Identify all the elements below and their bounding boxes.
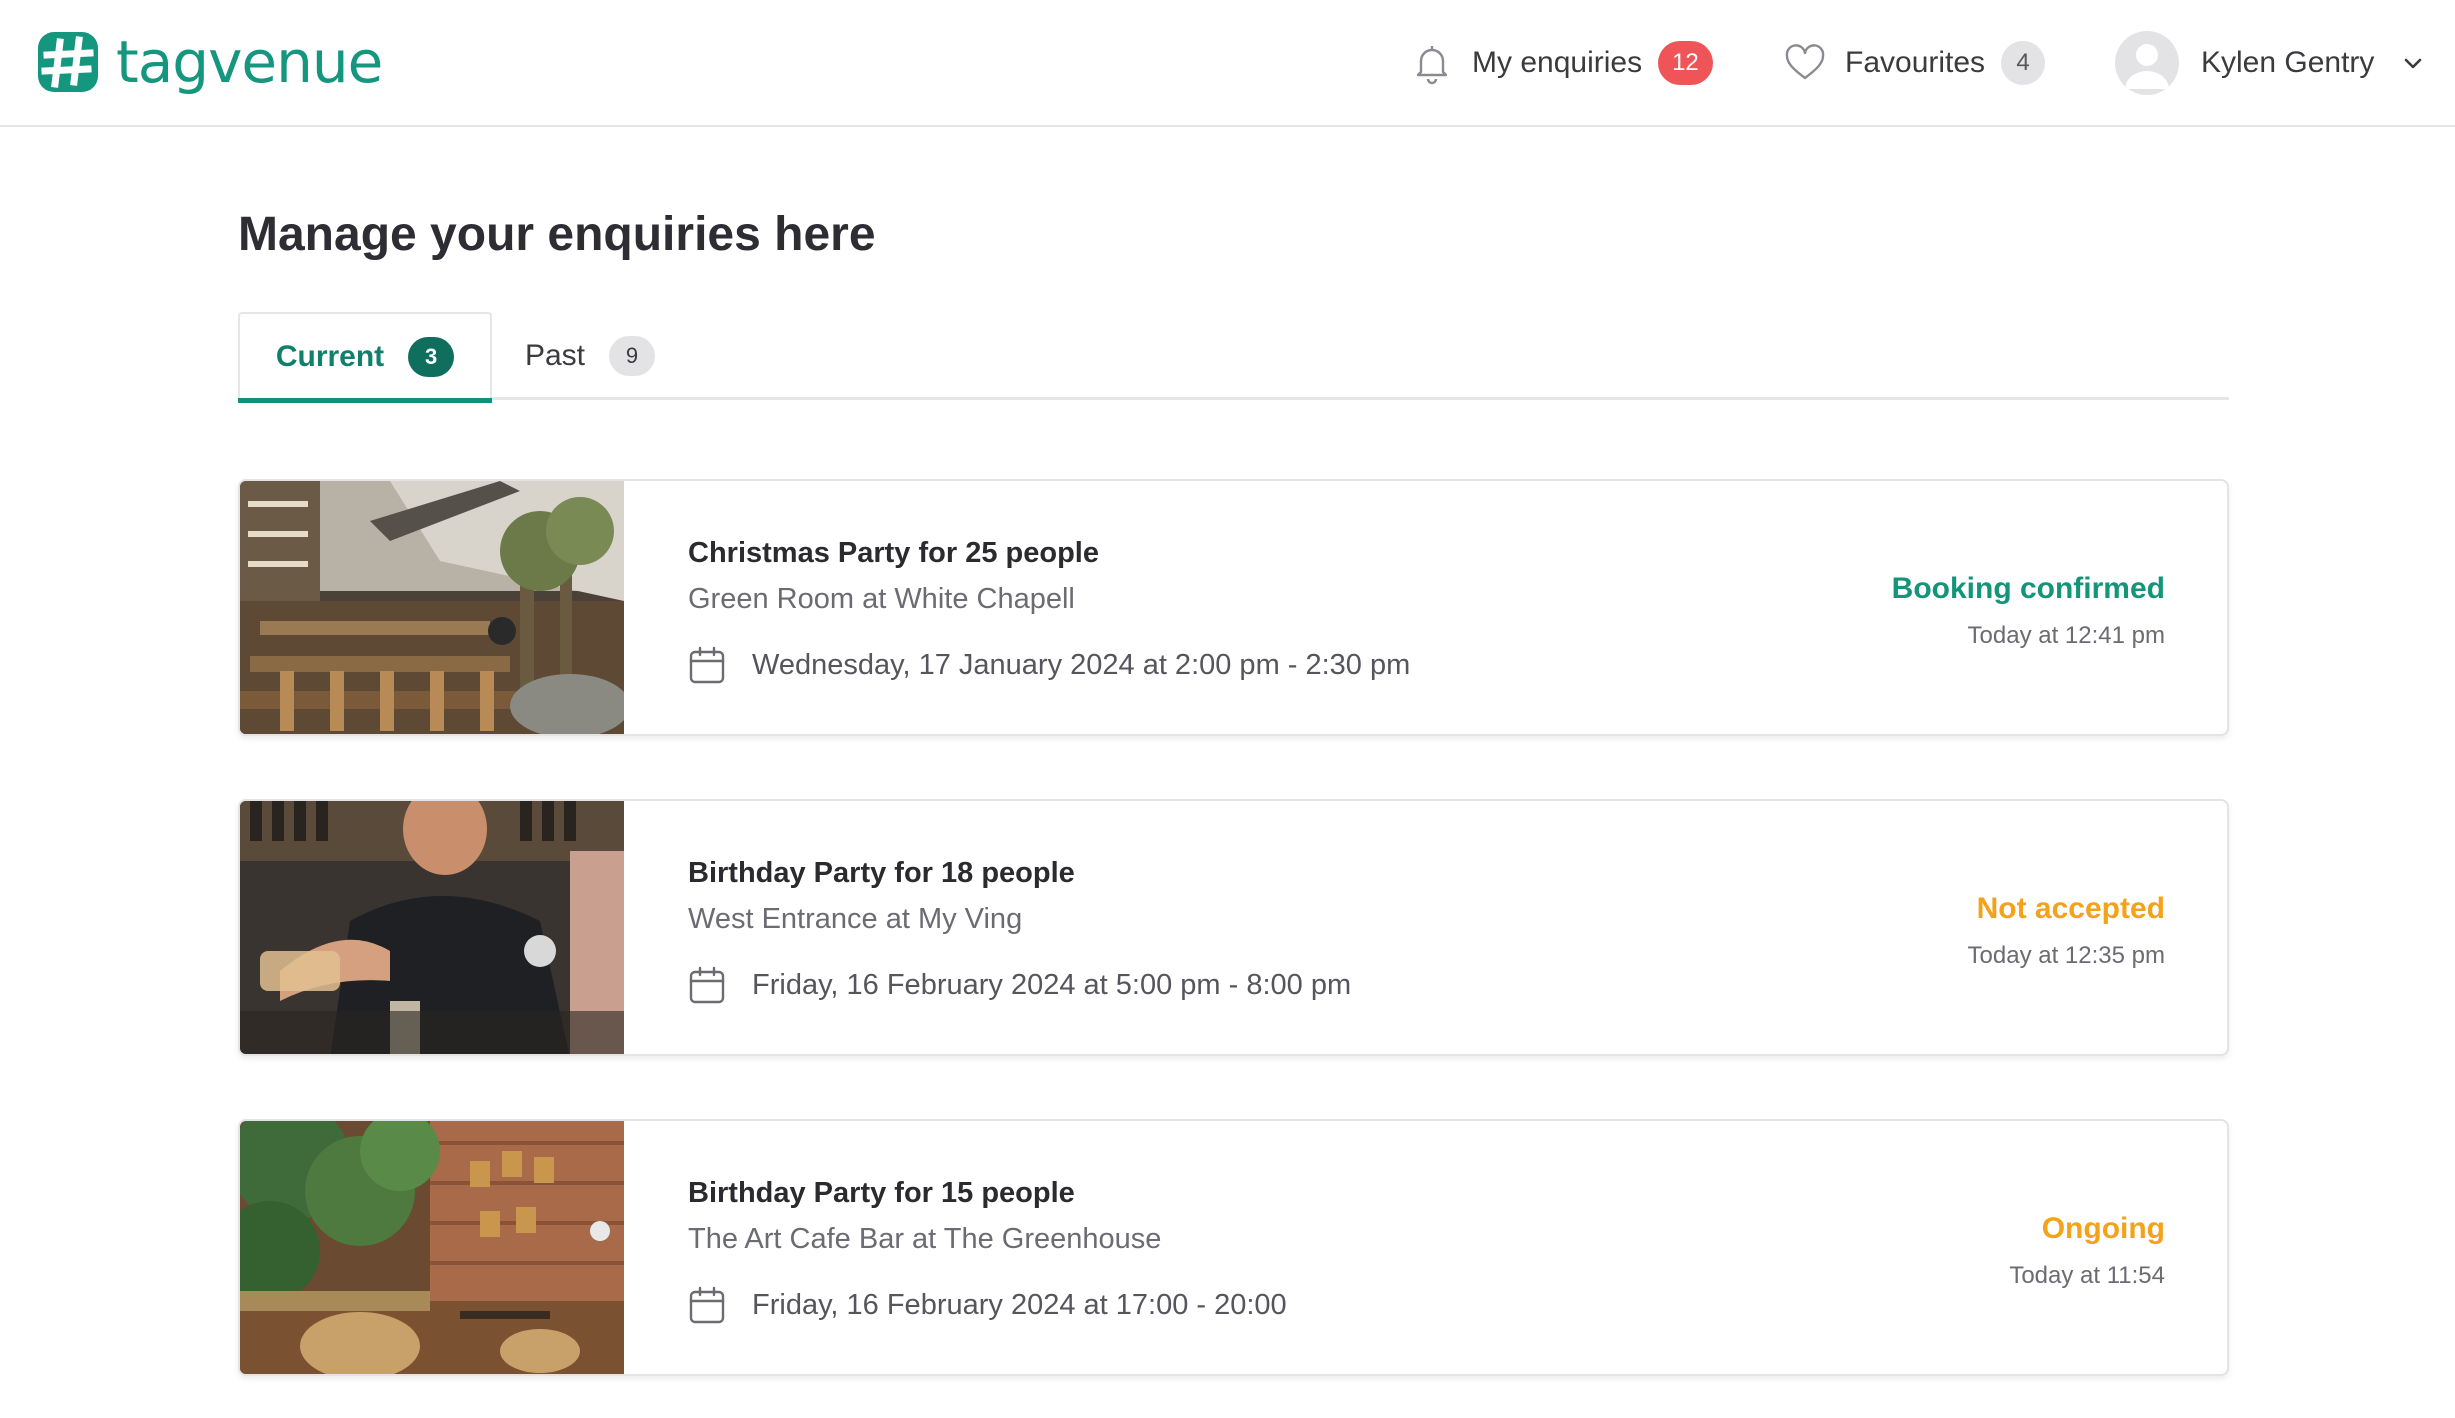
favourites-label: Favourites [1845,46,1986,79]
enquiry-date-row: Friday, 16 February 2024 at 17:00 - 20:0… [688,1285,1788,1325]
tab-current-label: Current [275,340,385,373]
enquiry-date: Friday, 16 February 2024 at 17:00 - 20:0… [752,1289,1287,1321]
bell-icon [1416,46,1448,85]
enquiry-status: Booking confirmed Today at 12:41 pm [1892,569,2165,653]
user-menu[interactable]: Kylen Gentry [2115,30,2426,96]
enquiry-date: Friday, 16 February 2024 at 5:00 pm - 8:… [752,969,1352,1001]
tab-current[interactable]: Current 3 [238,312,492,403]
enquiry-card[interactable]: Birthday Party for 15 people The Art Caf… [238,1119,2229,1376]
enquiry-title: Christmas Party for 25 people [688,537,1099,569]
status-label: Ongoing [2041,1212,2165,1245]
favourites-link[interactable]: Favourites 4 [1783,30,2046,96]
tab-past-count: 9 [609,336,656,376]
status-updated-time: Today at 12:35 pm [1967,942,2165,969]
venue-photo-bartender [240,801,624,1054]
enquiry-tabs: Current 3 Past 9 [238,312,2229,403]
calendar-icon [689,966,725,1004]
enquiry-venue: Green Room at White Chapell [688,583,1075,615]
calendar-icon [689,646,725,684]
status-updated-time: Today at 11:54 [2009,1262,2165,1289]
hashtag-logo-icon [38,32,98,92]
user-silhouette-icon [2125,44,2169,89]
enquiry-venue: The Art Cafe Bar at The Greenhouse [688,1223,1162,1255]
chevron-down-icon [2405,58,2422,69]
enquiries-count-badge: 12 [1658,41,1713,85]
top-header: tagvenue My enquiries 12 Favourites 4 Ky… [0,0,2455,127]
page-title: Manage your enquiries here [238,208,876,261]
enquiry-details: Christmas Party for 25 people Green Room… [688,533,1788,685]
enquiry-date-row: Wednesday, 17 January 2024 at 2:00 pm - … [688,645,1788,685]
brand-name: tagvenue [116,28,383,96]
enquiry-date-row: Friday, 16 February 2024 at 5:00 pm - 8:… [688,965,1788,1005]
tab-past[interactable]: Past 9 [492,312,688,400]
enquiry-details: Birthday Party for 15 people The Art Caf… [688,1173,1788,1325]
enquiry-status: Ongoing Today at 11:54 [2009,1209,2165,1293]
enquiry-details: Birthday Party for 18 people West Entran… [688,853,1788,1005]
venue-photo-greenhouse-cafe [240,1121,624,1374]
my-enquiries-label: My enquiries [1472,46,1643,79]
status-label: Not accepted [1976,892,2165,925]
tab-past-label: Past [524,339,586,372]
tab-current-count: 3 [408,337,455,377]
heart-icon [1785,44,1825,80]
avatar [2115,31,2179,95]
my-enquiries-link[interactable]: My enquiries 12 [1410,30,1713,96]
enquiry-venue: West Entrance at My Ving [688,903,1023,935]
enquiry-card[interactable]: Christmas Party for 25 people Green Room… [238,479,2229,736]
favourites-count-badge: 4 [2001,41,2046,85]
status-updated-time: Today at 12:41 pm [1967,622,2165,649]
enquiry-title: Birthday Party for 15 people [688,1177,1075,1209]
enquiry-card[interactable]: Birthday Party for 18 people West Entran… [238,799,2229,1056]
enquiry-status: Not accepted Today at 12:35 pm [1968,889,2165,973]
enquiry-date: Wednesday, 17 January 2024 at 2:00 pm - … [752,649,1411,681]
venue-photo-restaurant-interior [240,481,624,734]
user-name: Kylen Gentry [2201,46,2375,79]
calendar-icon [689,1286,725,1324]
enquiry-title: Birthday Party for 18 people [688,857,1075,889]
status-label: Booking confirmed [1891,572,2165,605]
tagvenue-logo[interactable]: tagvenue [34,26,383,98]
